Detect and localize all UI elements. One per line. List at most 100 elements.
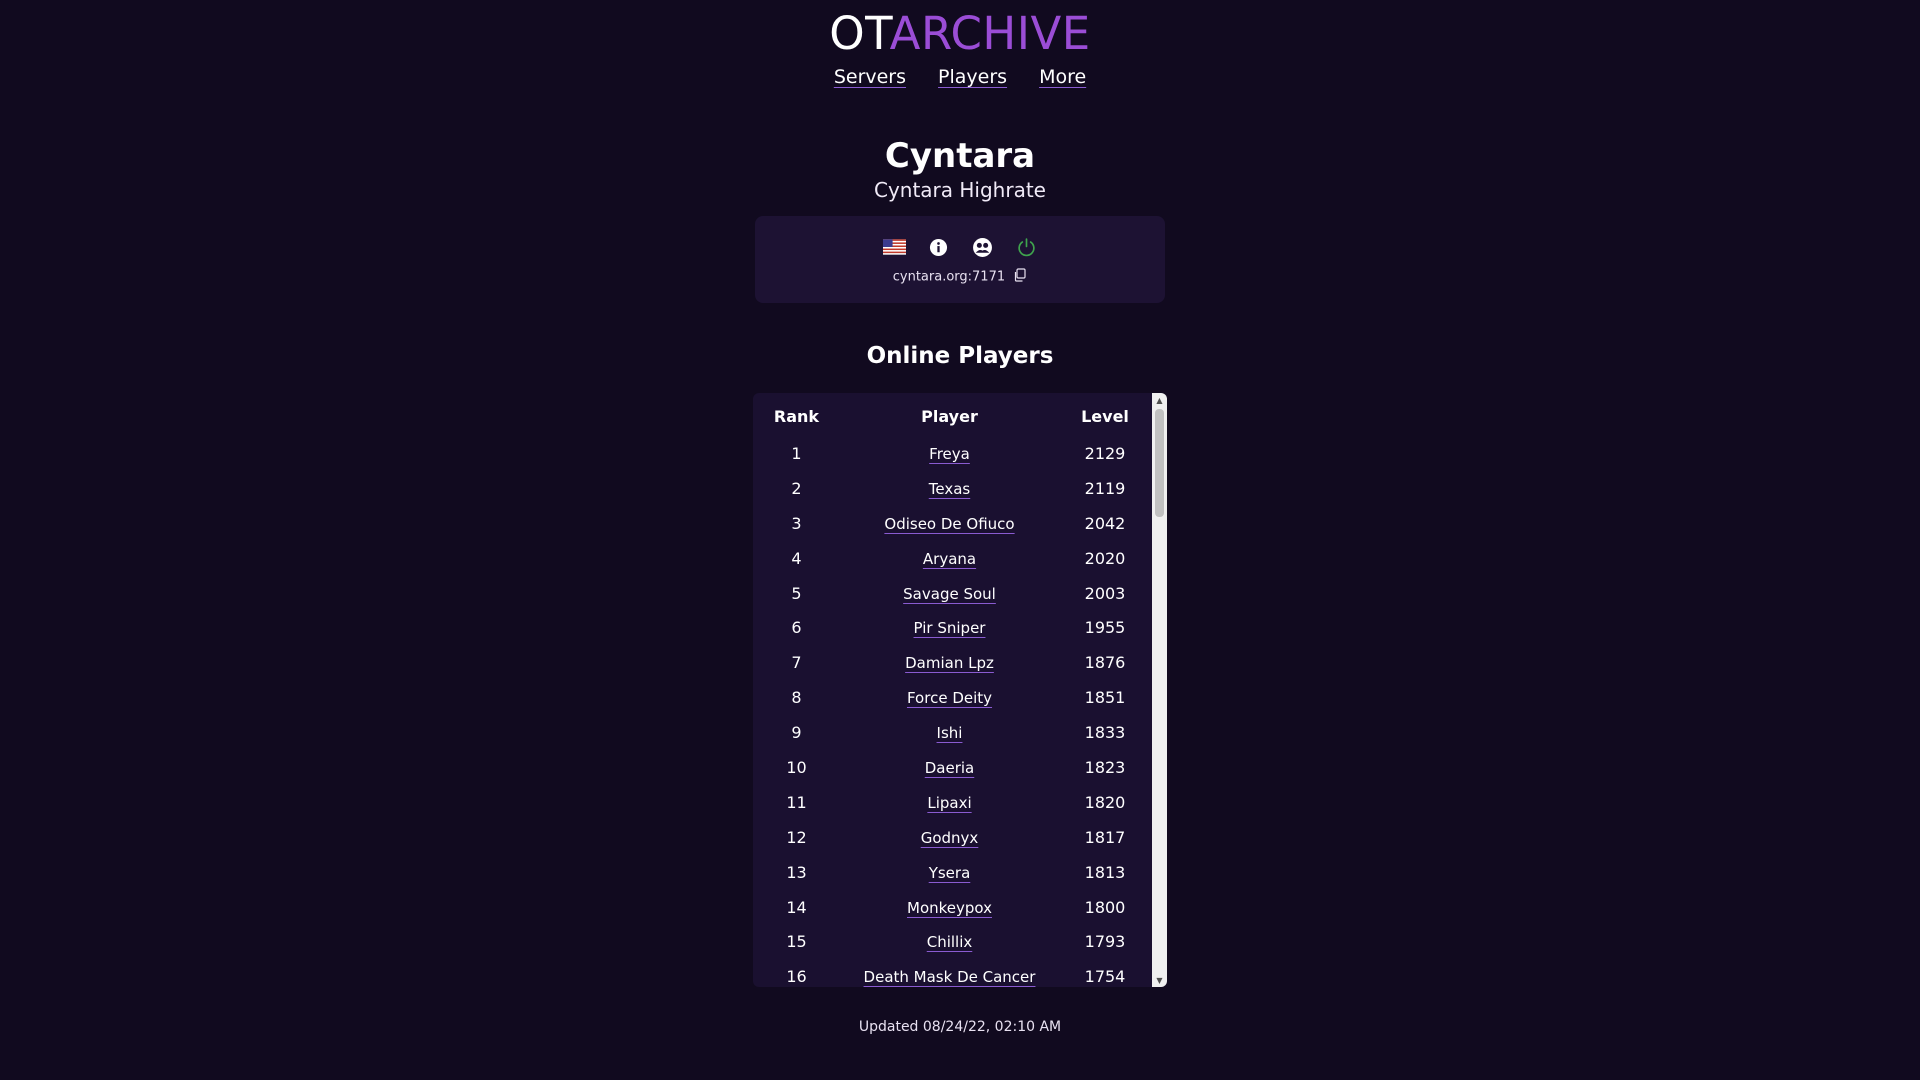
table-scroll-area[interactable]: Rank Player Level 1 Freya 2129 2 Texas 2119 3 O… — [753, 393, 1151, 987]
table-row: 16 Death Mask De Cancer 1754 — [753, 959, 1151, 987]
player-cell: Aryana — [840, 541, 1059, 576]
logo-part-archive: ARCHIVE — [889, 7, 1091, 60]
player-cell: Damian Lpz — [840, 645, 1059, 680]
table-row: 8 Force Deity 1851 — [753, 680, 1151, 715]
rank-cell: 8 — [791, 688, 802, 708]
rank-cell: 6 — [791, 618, 802, 638]
table-row: 5 Savage Soul 2003 — [753, 576, 1151, 611]
site-header: OTARCHIVE Servers Players More — [0, 0, 1920, 88]
player-link[interactable]: Lipaxi — [927, 794, 971, 812]
player-cell: Texas — [840, 471, 1059, 506]
rank-cell: 1 — [791, 443, 802, 463]
player-link[interactable]: Force Deity — [907, 689, 992, 707]
player-link[interactable]: Monkeypox — [907, 899, 992, 917]
scroll-down-arrow-icon[interactable]: ▼ — [1152, 973, 1167, 987]
site-logo[interactable]: OTARCHIVE — [0, 6, 1920, 62]
rank-cell: 15 — [786, 932, 807, 952]
column-header-rank: Rank — [773, 406, 820, 426]
player-cell: Force Deity — [840, 680, 1059, 715]
player-cell: Chillix — [840, 924, 1059, 959]
player-cell: Death Mask De Cancer — [840, 959, 1059, 987]
column-header-player: Player — [921, 406, 978, 426]
table-row: 14 Monkeypox 1800 — [753, 890, 1151, 925]
main-nav: Servers Players More — [0, 66, 1920, 88]
server-name: Cyntara — [884, 136, 1036, 176]
rank-cell: 2 — [791, 478, 802, 498]
power-icon — [1015, 236, 1038, 259]
last-updated: Updated 08/24/22, 02:10 AM — [858, 1019, 1062, 1035]
column-header-level: Level — [1081, 406, 1129, 426]
rank-cell: 7 — [791, 653, 802, 673]
player-link[interactable]: Death Mask De Cancer — [864, 968, 1036, 986]
rank-cell: 5 — [791, 583, 802, 603]
table-body: 1 Freya 2129 2 Texas 2119 3 Odiseo De Ofiuco 204… — [753, 436, 1151, 987]
player-cell: Lipaxi — [840, 785, 1059, 820]
player-link[interactable]: Ishi — [937, 724, 963, 742]
server-header: Cyntara Cyntara Highrate — [0, 136, 1920, 202]
player-cell: Ishi — [840, 715, 1059, 750]
rank-cell: 10 — [786, 757, 807, 777]
player-link[interactable]: Godnyx — [921, 829, 979, 847]
info-icon[interactable] — [927, 236, 950, 259]
rank-cell: 4 — [791, 548, 802, 568]
rank-cell: 11 — [786, 792, 807, 812]
level-cell: 1800 — [1084, 897, 1126, 917]
player-cell: Savage Soul — [840, 576, 1059, 611]
level-cell: 1823 — [1084, 757, 1126, 777]
level-cell: 2042 — [1084, 513, 1126, 533]
player-link[interactable]: Freya — [929, 445, 970, 463]
players-icon[interactable] — [971, 236, 994, 259]
player-cell: Freya — [840, 436, 1059, 471]
table-row: 7 Damian Lpz 1876 — [753, 645, 1151, 680]
player-link[interactable]: Daeria — [925, 759, 975, 777]
copy-icon[interactable] — [1013, 268, 1027, 286]
player-cell: Monkeypox — [840, 890, 1059, 925]
player-link[interactable]: Odiseo De Ofiuco — [884, 515, 1014, 533]
player-cell: Ysera — [840, 855, 1059, 890]
table-row: 2 Texas 2119 — [753, 471, 1151, 506]
table-row: 1 Freya 2129 — [753, 436, 1151, 471]
table-row: 12 Godnyx 1817 — [753, 820, 1151, 855]
table-row: 10 Daeria 1823 — [753, 750, 1151, 785]
level-cell: 2119 — [1084, 478, 1126, 498]
player-link[interactable]: Savage Soul — [903, 585, 996, 603]
server-subtitle: Cyntara Highrate — [873, 178, 1046, 202]
player-link[interactable]: Aryana — [923, 550, 976, 568]
level-cell: 1851 — [1084, 688, 1126, 708]
level-cell: 1754 — [1084, 967, 1126, 987]
rank-cell: 13 — [786, 862, 807, 882]
rank-cell: 3 — [791, 513, 802, 533]
nav-servers-link[interactable]: Servers — [834, 66, 906, 88]
server-address: cyntara.org:7171 — [755, 268, 1165, 286]
level-cell: 1833 — [1084, 723, 1126, 743]
table-row: 15 Chillix 1793 — [753, 924, 1151, 959]
level-cell: 1876 — [1084, 653, 1126, 673]
level-cell: 2020 — [1084, 548, 1126, 568]
scrollbar-thumb[interactable] — [1155, 409, 1164, 517]
player-link[interactable]: Damian Lpz — [905, 654, 994, 672]
table-row: 11 Lipaxi 1820 — [753, 785, 1151, 820]
online-players-title: Online Players — [866, 343, 1054, 369]
table-row: 13 Ysera 1813 — [753, 855, 1151, 890]
player-link[interactable]: Texas — [929, 480, 970, 498]
table-scrollbar[interactable]: ▲ ▼ — [1152, 393, 1167, 987]
us-flag-icon — [882, 236, 906, 259]
player-cell: Pir Sniper — [840, 610, 1059, 645]
nav-players-link[interactable]: Players — [938, 66, 1007, 88]
scroll-up-arrow-icon[interactable]: ▲ — [1152, 393, 1167, 407]
player-link[interactable]: Chillix — [927, 933, 973, 951]
level-cell: 2129 — [1084, 443, 1126, 463]
nav-more-link[interactable]: More — [1039, 66, 1086, 88]
table-row: 3 Odiseo De Ofiuco 2042 — [753, 506, 1151, 541]
rank-cell: 9 — [791, 723, 802, 743]
player-cell: Odiseo De Ofiuco — [840, 506, 1059, 541]
table-header-row: Rank Player Level — [753, 393, 1151, 436]
level-cell: 1955 — [1084, 618, 1126, 638]
player-link[interactable]: Pir Sniper — [914, 619, 986, 637]
rank-cell: 14 — [786, 897, 807, 917]
table-row: 6 Pir Sniper 1955 — [753, 610, 1151, 645]
logo-part-ot: OT — [829, 7, 890, 60]
table-row: 4 Aryana 2020 — [753, 541, 1151, 576]
level-cell: 1817 — [1084, 827, 1126, 847]
player-link[interactable]: Ysera — [929, 864, 971, 882]
